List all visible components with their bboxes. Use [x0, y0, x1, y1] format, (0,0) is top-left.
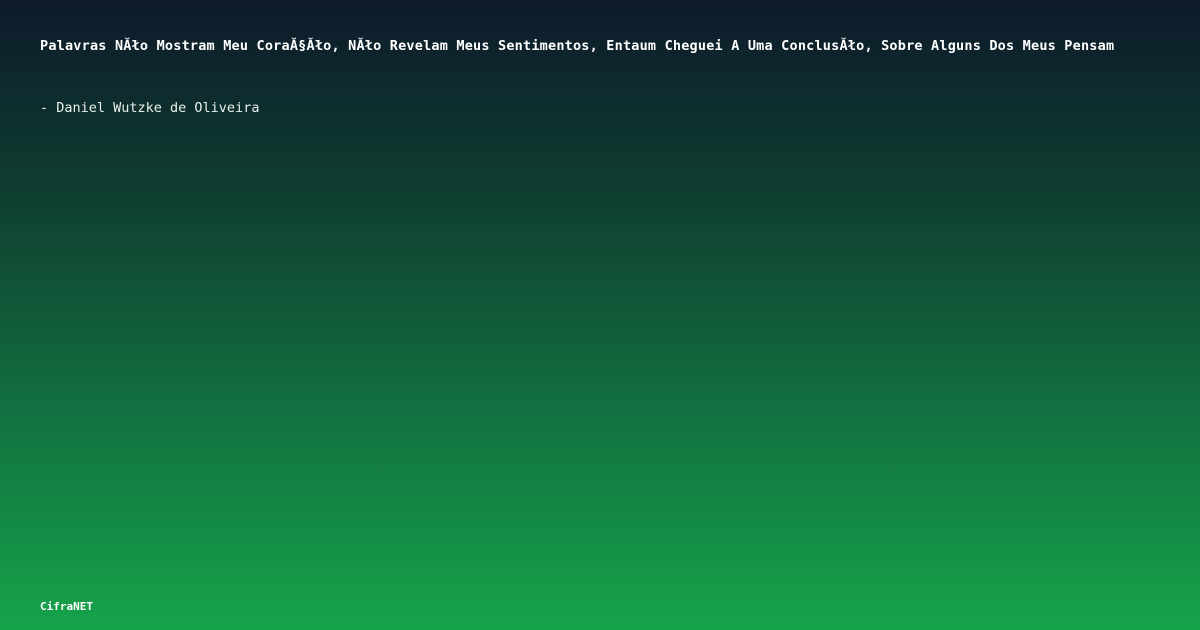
quote-text: Palavras NĂło Mostram Meu CoraĂ§Ăło, NĂł…	[40, 38, 1115, 54]
quote-author: - Daniel Wutzke de Oliveira	[40, 100, 260, 116]
quote-card: Palavras NĂło Mostram Meu CoraĂ§Ăło, NĂł…	[0, 0, 1200, 630]
brand-logo-text: CifraNET	[40, 600, 93, 613]
